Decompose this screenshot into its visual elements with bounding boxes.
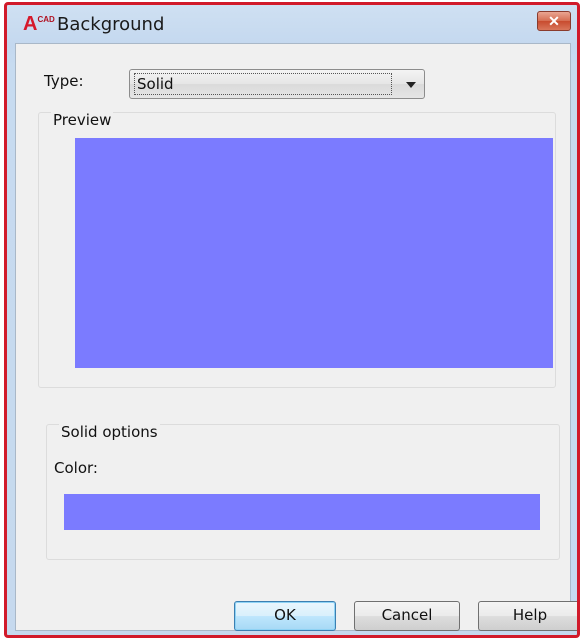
- close-button[interactable]: ✕: [537, 11, 571, 31]
- autocad-app-icon[interactable]: ACAD: [23, 13, 55, 35]
- title-bar[interactable]: ACAD Background ✕: [7, 5, 577, 45]
- type-dropdown-value: Solid: [134, 73, 392, 95]
- solid-options-group: Solid options: [46, 423, 560, 560]
- close-icon: ✕: [548, 13, 560, 29]
- solid-options-group-label: Solid options: [59, 423, 160, 441]
- preview-group: Preview: [38, 111, 556, 388]
- cancel-button[interactable]: Cancel: [354, 601, 460, 631]
- ok-button[interactable]: OK: [234, 601, 336, 631]
- type-dropdown[interactable]: Solid: [129, 69, 425, 99]
- dialog-title: Background: [57, 14, 165, 35]
- type-label: Type:: [44, 72, 84, 90]
- dialog-client-area: Type: Solid Preview Solid options Color:…: [15, 43, 577, 631]
- background-dialog: ACAD Background ✕ Type: Solid Preview So…: [4, 2, 580, 638]
- help-button[interactable]: Help: [478, 601, 577, 631]
- color-label: Color:: [54, 459, 98, 477]
- color-swatch-button[interactable]: [64, 494, 540, 530]
- preview-group-label: Preview: [51, 111, 114, 129]
- preview-swatch: [75, 138, 553, 368]
- dropdown-arrow-icon[interactable]: [406, 82, 416, 88]
